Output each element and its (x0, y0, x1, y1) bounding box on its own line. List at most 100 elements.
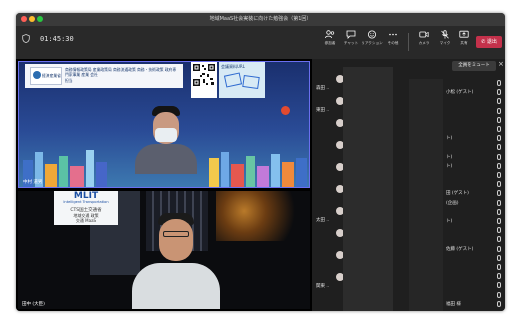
chat-label: チャット (343, 41, 359, 45)
board-subtitle: Intelligent Transportation (63, 200, 109, 204)
people-icon (325, 30, 335, 39)
share-icon (459, 30, 469, 38)
camera-label: カメラ (418, 41, 430, 45)
mic-muted-icon (497, 89, 501, 96)
video-tile-guest[interactable]: MLIT Intelligent Transportation CTS国土交通省… (18, 191, 310, 309)
toolbar-divider (408, 33, 409, 51)
chat-icon (346, 30, 356, 39)
glasses-icon (163, 231, 189, 237)
share-button[interactable]: 共有 (453, 28, 475, 56)
phone-icon: ✆ (481, 39, 486, 45)
mic-muted-icon (497, 208, 501, 215)
participant-name: ト) (446, 136, 453, 142)
ticket-icon (242, 74, 260, 90)
mute-all-button[interactable]: 全員をミュート (452, 61, 496, 71)
mic-muted-icon (497, 300, 501, 307)
mic-muted-icon (497, 181, 501, 188)
meeting-toolbar: 01:45:30 参加者 チャット リアクション その他 カメラ マイク 共有 … (16, 26, 505, 59)
leave-label: 退出 (486, 39, 497, 45)
leave-button[interactable]: ✆ 退出 (476, 36, 502, 48)
mic-muted-icon (497, 282, 501, 289)
mic-muted-icon (497, 172, 501, 178)
participant-name: (企画) (446, 200, 459, 206)
participant-name: 東田 .. (316, 108, 330, 113)
ministry-banner: 経済産業省 商務情報政策局 産業政策局 商務流通政策 商務・技術政策 政府専門家… (25, 64, 183, 88)
qr-caption: 会議資料URL (221, 64, 245, 69)
participant-name: ト) (446, 154, 453, 160)
video-stage: 経済産業省 商務情報政策局 産業政策局 商務流通政策 商務・技術政策 政府専門家… (16, 59, 312, 311)
mic-muted-icon (497, 190, 501, 197)
chat-button[interactable]: チャット (340, 28, 362, 56)
reaction-button[interactable]: リアクション (361, 28, 383, 56)
participant-name: 佐藤 (ゲスト) (446, 246, 474, 252)
video-tile-speaker[interactable]: 経済産業省 商務情報政策局 産業政策局 商務流通政策 商務・技術政策 政府専門家… (18, 61, 310, 188)
mic-muted-icon (497, 227, 501, 234)
mic-muted-icon (497, 245, 501, 252)
guest-name: 田中 (大臣) (22, 302, 45, 307)
participant-name: ト) (446, 163, 453, 169)
participants-button[interactable]: 参加者 (319, 28, 341, 56)
department-line: 商務情報政策局 産業政策局 商務流通政策 商務・技術政策 政府専門家事業 産業 … (65, 67, 177, 77)
mic-muted-icon (497, 144, 501, 151)
participants-label: 参加者 (324, 41, 336, 45)
guest-person (130, 213, 220, 309)
close-panel-icon[interactable]: × (498, 60, 504, 68)
guest-face (159, 219, 193, 261)
qr-code-icon (193, 64, 215, 86)
shield-icon (22, 34, 30, 43)
window-title: 地域MaaS社会実装に向けた勉強会（第1回） (209, 16, 312, 22)
mic-muted-icon (497, 116, 501, 123)
mic-muted-icon (497, 80, 501, 86)
teams-window: 地域MaaS社会実装に向けた勉強会（第1回） 01:45:30 参加者 チャット… (16, 13, 505, 311)
sun-graphic (281, 106, 290, 115)
face-mask (155, 128, 177, 142)
more-button[interactable]: その他 (382, 28, 404, 56)
mic-muted-icon (497, 98, 501, 105)
mic-muted-icon (497, 236, 501, 243)
participant-name: 田 (ゲスト) (446, 191, 469, 197)
guest-body (132, 263, 220, 309)
participant-name: 森田 .. (316, 86, 330, 91)
presenter-body (135, 144, 197, 174)
reaction-icon (368, 30, 376, 39)
ministry-logo: 経済産業省 (30, 67, 62, 85)
mic-muted-icon (497, 264, 501, 270)
mic-muted-icon (497, 135, 501, 142)
ministry-name: 経済産業省 (42, 73, 61, 78)
department-short: 担当 (65, 78, 73, 83)
ministry-emblem-icon (33, 71, 41, 79)
qr-code (191, 62, 217, 98)
mic-muted-icon (497, 291, 501, 298)
participant-name: ト) (446, 219, 453, 224)
share-label: 共有 (460, 41, 468, 45)
meeting-timer: 01:45:30 (40, 35, 74, 43)
camera-icon (419, 31, 429, 38)
mic-muted-icon (497, 153, 501, 160)
mic-muted-icon (497, 254, 501, 261)
participants-panel: 森田 .. 東田 .. 太田 .. 関東 .. 全員をミュート × 小松 (ゲスト) ト… (312, 59, 505, 311)
board-line-3: 交通 MaaS (75, 218, 97, 223)
title-bar: 地域MaaS社会実装に向けた勉強会（第1回） (16, 13, 505, 26)
video-strip (343, 67, 393, 311)
mic-muted-icon (497, 199, 501, 206)
participant-name: 福田 様 (446, 301, 461, 307)
more-icon (389, 33, 397, 36)
camera-button[interactable]: カメラ (413, 28, 435, 56)
mic-muted-icon (497, 218, 501, 224)
mic-muted-icon (497, 107, 501, 114)
mic-icon (441, 30, 449, 39)
participant-name: 関東 .. (316, 284, 330, 289)
video-strip (409, 79, 443, 311)
mic-muted-icon (497, 162, 501, 169)
ticket-icon (223, 72, 243, 88)
participant-name: 小松 (ゲスト) (446, 90, 474, 96)
more-label: その他 (387, 41, 399, 45)
autumn-tree (216, 191, 310, 241)
reaction-label: リアクション (361, 41, 383, 45)
presenter-person (135, 106, 197, 174)
name-board: MLIT Intelligent Transportation CTS国土交通省… (54, 191, 118, 225)
mic-muted-icon (497, 126, 501, 132)
qr-caption-box: 会議資料URL (219, 62, 265, 98)
speaker-name: 中村 道男 (23, 180, 43, 185)
participant-name: 太田 .. (316, 218, 330, 223)
